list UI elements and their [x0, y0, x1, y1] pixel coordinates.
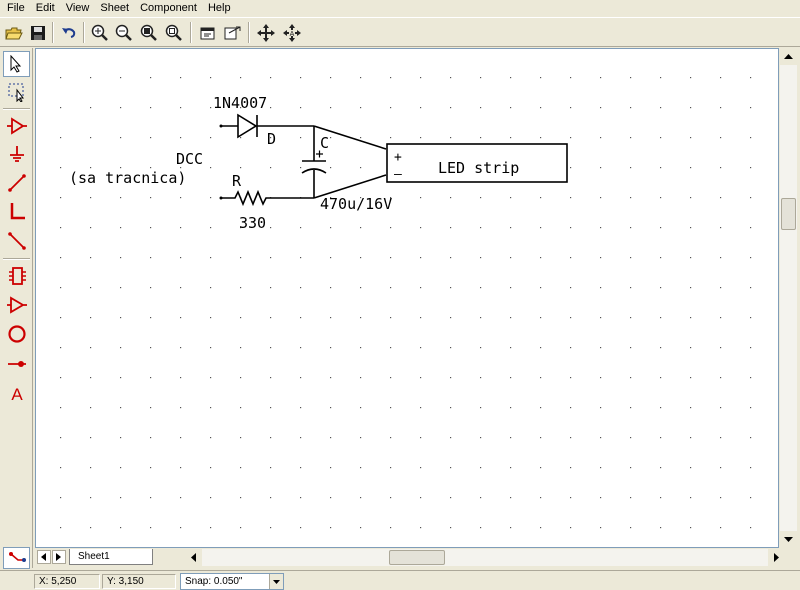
led-strip-label: LED strip: [438, 159, 520, 177]
menu-bar: File Edit View Sheet Component Help: [0, 0, 800, 16]
res-value: 330: [239, 214, 267, 232]
menu-view[interactable]: View: [61, 1, 96, 15]
tab-next-icon[interactable]: [52, 550, 66, 564]
scroll-right-arrow-icon[interactable]: [768, 549, 785, 566]
select-area-icon[interactable]: [3, 79, 30, 105]
menu-help[interactable]: Help: [203, 1, 237, 15]
status-x: X: 5,250: [34, 574, 100, 589]
scroll-up-arrow-icon[interactable]: [780, 48, 797, 65]
tab-sheet1[interactable]: Sheet1: [69, 549, 153, 565]
move-text-icon[interactable]: A: [280, 21, 303, 44]
ground-icon[interactable]: [3, 142, 30, 168]
component-icon[interactable]: [3, 113, 30, 139]
sheet-tab-strip: Sheet1: [35, 549, 797, 566]
snap-value: Snap: 0.050": [185, 576, 243, 587]
menu-file[interactable]: File: [2, 1, 31, 15]
status-y: Y: 3,150: [102, 574, 176, 589]
scroll-down-arrow-icon[interactable]: [780, 531, 797, 548]
menu-edit[interactable]: Edit: [31, 1, 61, 15]
schematic-canvas[interactable]: 1N4007 D C 470u/16V R 330 DCC (sa tracni…: [35, 48, 779, 548]
zoom-fit-icon[interactable]: [162, 21, 185, 44]
minus-sign: –: [394, 167, 402, 182]
vertical-scroll-thumb[interactable]: [781, 198, 796, 230]
bus-entry-icon[interactable]: [3, 228, 30, 254]
triangle-icon[interactable]: [3, 292, 30, 318]
status-bar: X: 5,250 Y: 3,150 Snap: 0.050": [0, 570, 800, 590]
select-icon[interactable]: [3, 51, 30, 77]
diode-ref: D: [267, 130, 277, 148]
svg-text:A: A: [11, 385, 23, 403]
wire-icon[interactable]: [3, 170, 30, 196]
horizontal-scroll-thumb[interactable]: [389, 550, 445, 565]
toolbar: A: [0, 17, 800, 47]
chevron-down-icon[interactable]: [269, 574, 283, 589]
svg-text:A: A: [289, 31, 294, 38]
zoom-out-icon[interactable]: [112, 21, 135, 44]
source-label-dcc: DCC: [176, 150, 204, 168]
text-icon[interactable]: A: [3, 381, 30, 407]
properties-icon[interactable]: [196, 21, 219, 44]
tab-prev-icon[interactable]: [37, 550, 51, 564]
scroll-left-arrow-icon[interactable]: [185, 549, 202, 566]
schematic-drawing: [36, 49, 778, 547]
cap-value: 470u/16V: [320, 195, 393, 213]
export-icon[interactable]: [221, 21, 244, 44]
menu-sheet[interactable]: Sheet: [95, 1, 135, 15]
zoom-window-icon[interactable]: [137, 21, 160, 44]
zoom-in-icon[interactable]: [88, 21, 111, 44]
source-label-track: (sa tracnica): [69, 169, 187, 187]
plus-sign: +: [394, 150, 402, 165]
ic-icon[interactable]: [3, 263, 30, 289]
undo-icon[interactable]: [57, 21, 80, 44]
vertical-scrollbar[interactable]: [780, 48, 797, 548]
save-icon[interactable]: [26, 21, 49, 44]
horizontal-scrollbar[interactable]: [185, 549, 785, 566]
bus-icon[interactable]: [3, 199, 30, 225]
open-icon[interactable]: [2, 21, 25, 44]
junction-icon[interactable]: [3, 351, 30, 377]
cap-ref: C: [320, 134, 330, 152]
move-icon[interactable]: [254, 21, 277, 44]
menu-component[interactable]: Component: [135, 1, 203, 15]
diode-value: 1N4007: [213, 94, 268, 112]
snap-select[interactable]: Snap: 0.050": [180, 573, 284, 590]
net-tool-icon[interactable]: [3, 547, 30, 569]
res-ref: R: [232, 172, 242, 190]
component-toolbox: A: [0, 48, 33, 568]
circle-icon[interactable]: [3, 321, 30, 347]
